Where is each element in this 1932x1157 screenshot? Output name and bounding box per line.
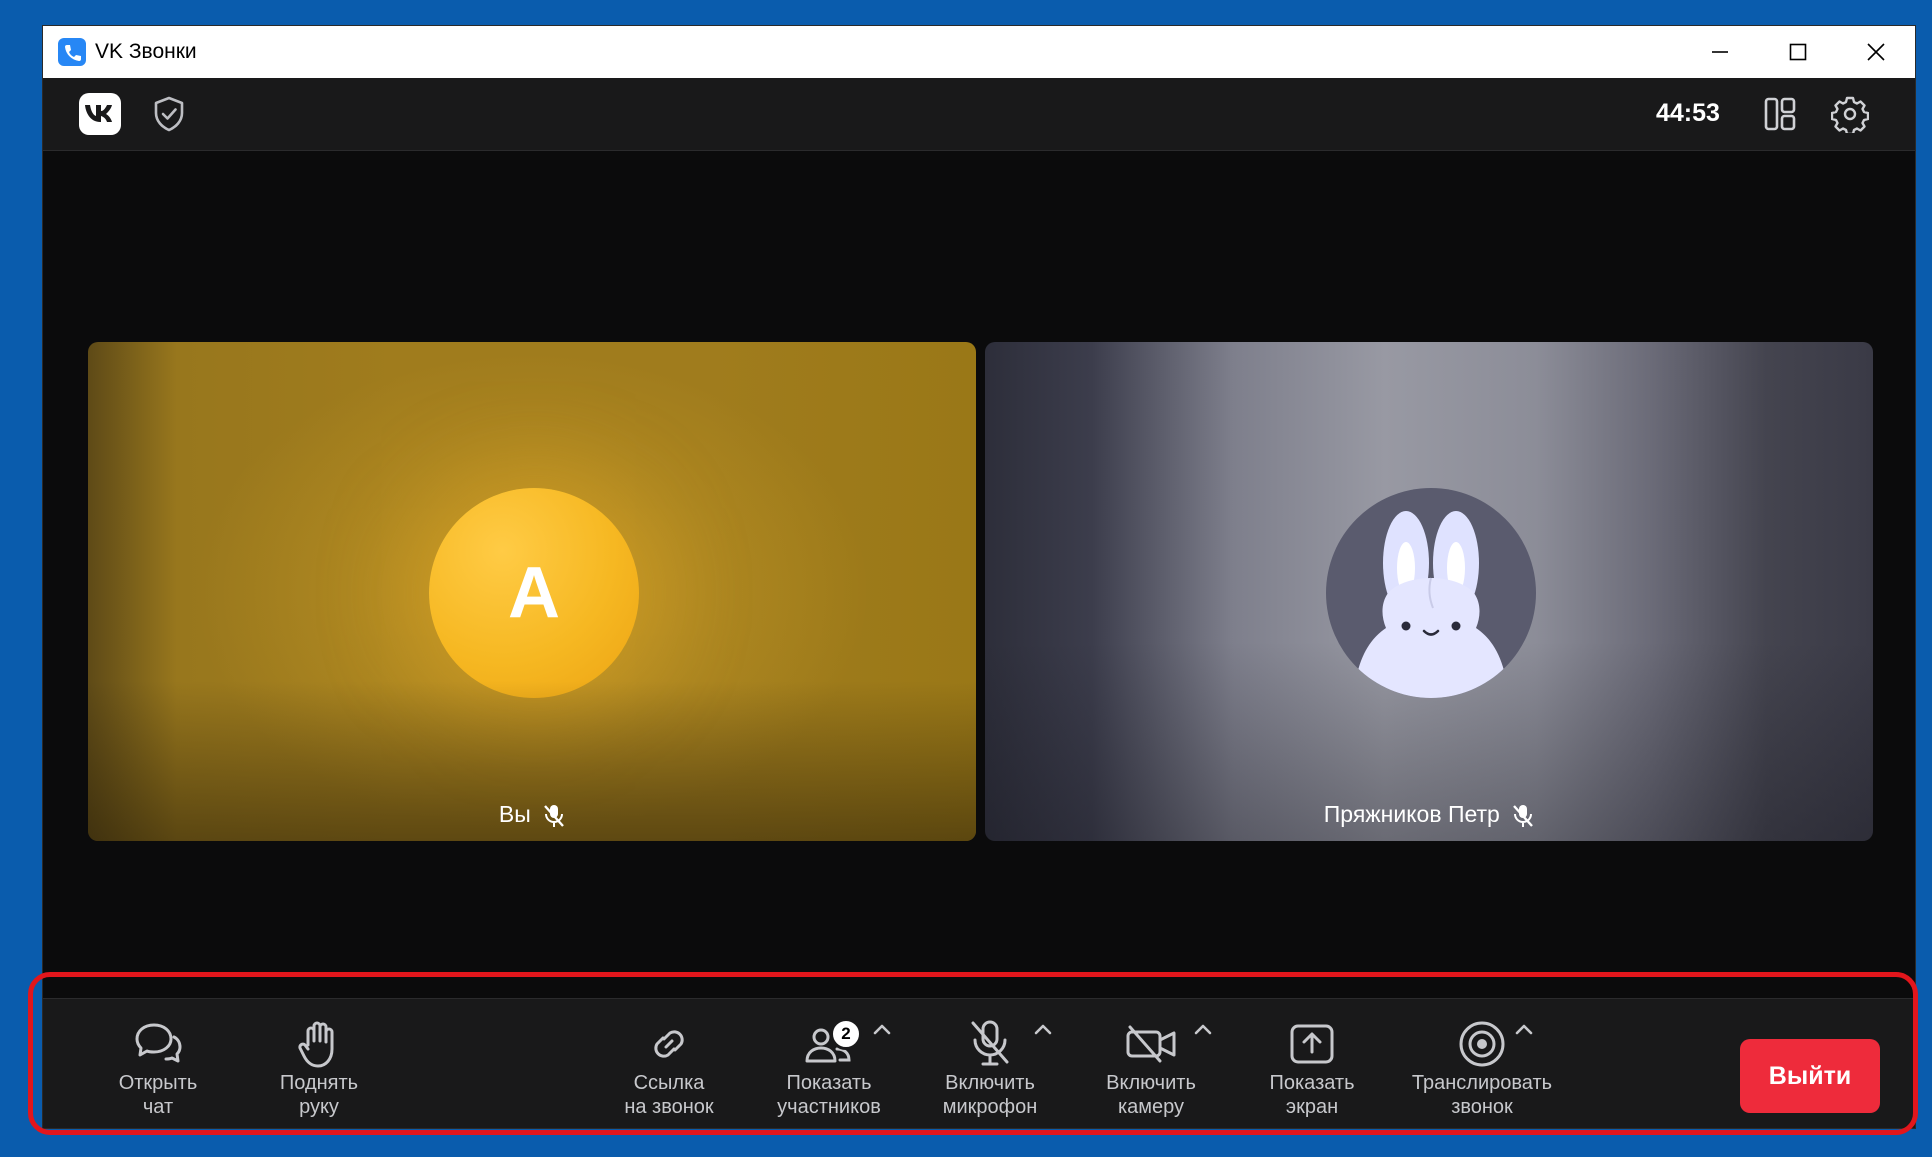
broadcast-caret-icon[interactable] <box>1513 1021 1535 1037</box>
participant-tile-peer[interactable]: Пряжников Петр <box>985 342 1873 841</box>
mic-muted-icon <box>1513 805 1534 827</box>
participants-caret-icon[interactable] <box>871 1021 893 1037</box>
broadcast-icon <box>1459 1021 1505 1067</box>
bunny-avatar-icon <box>1354 511 1508 698</box>
call-header: 44:53 <box>43 78 1915 151</box>
share-screen-icon <box>1290 1024 1334 1064</box>
minimize-button[interactable] <box>1681 26 1759 78</box>
vk-logo-icon <box>85 105 112 122</box>
raise-hand-icon <box>298 1021 334 1068</box>
show-participants-label: Показать участников <box>777 1072 881 1118</box>
camera-caret-icon[interactable] <box>1192 1021 1214 1037</box>
window-title: VK Звонки <box>95 40 197 63</box>
maximize-icon <box>1789 43 1807 61</box>
broadcast-call-button[interactable]: Транслировать звонок <box>1402 1017 1562 1119</box>
participant-tile-self[interactable]: A Вы <box>88 342 976 841</box>
call-link-label: Ссылка на звонок <box>624 1072 714 1118</box>
close-icon <box>1867 43 1885 61</box>
settings-gear-icon[interactable] <box>1831 95 1869 133</box>
layout-icon[interactable] <box>1763 96 1797 132</box>
participant-name: Вы <box>498 801 531 828</box>
maximize-button[interactable] <box>1759 26 1837 78</box>
camera-off-icon <box>1126 1025 1176 1063</box>
participant-label: Вы <box>88 801 976 829</box>
call-stage: A Вы Пряжников Петр <box>43 151 1915 997</box>
call-timer: 44:53 <box>1656 99 1720 127</box>
title-bar: VK Звонки <box>43 26 1915 78</box>
open-chat-label: Открыть чат <box>118 1072 198 1118</box>
share-screen-label: Показать экран <box>1269 1072 1355 1118</box>
call-link-button[interactable]: Ссылка на звонок <box>599 1017 739 1119</box>
participant-label: Пряжников Петр <box>985 801 1873 829</box>
share-screen-button[interactable]: Показать экран <box>1242 1017 1382 1119</box>
raise-hand-label: Поднять руку <box>279 1072 359 1118</box>
chat-icon <box>135 1023 182 1063</box>
app-window: VK Звонки 44:53 A Вы Пряжников Петр Откр… <box>42 25 1916 1129</box>
raise-hand-button[interactable]: Поднять руку <box>249 1017 389 1119</box>
shield-icon[interactable] <box>151 95 187 133</box>
microphone-caret-icon[interactable] <box>1032 1021 1054 1037</box>
mic-muted-icon <box>544 805 565 827</box>
leave-call-button[interactable]: Выйти <box>1740 1039 1880 1113</box>
call-toolbar: Открыть чат Поднять руку Ссылка на звоно… <box>43 998 1915 1128</box>
link-icon <box>654 1030 684 1058</box>
minimize-icon <box>1712 51 1728 53</box>
toggle-camera-label: Включить камеру <box>1106 1072 1196 1118</box>
participant-name: Пряжников Петр <box>1323 801 1500 828</box>
mic-off-icon <box>971 1020 1009 1066</box>
close-button[interactable] <box>1837 26 1915 78</box>
participants-count-badge: 2 <box>830 1018 862 1050</box>
app-icon <box>58 38 86 66</box>
open-chat-button[interactable]: Открыть чат <box>88 1017 228 1119</box>
broadcast-call-label: Транслировать звонок <box>1411 1072 1553 1118</box>
avatar: A <box>429 488 639 698</box>
avatar <box>1326 488 1536 698</box>
toggle-microphone-label: Включить микрофон <box>942 1072 1038 1118</box>
vk-logo[interactable] <box>79 93 121 135</box>
